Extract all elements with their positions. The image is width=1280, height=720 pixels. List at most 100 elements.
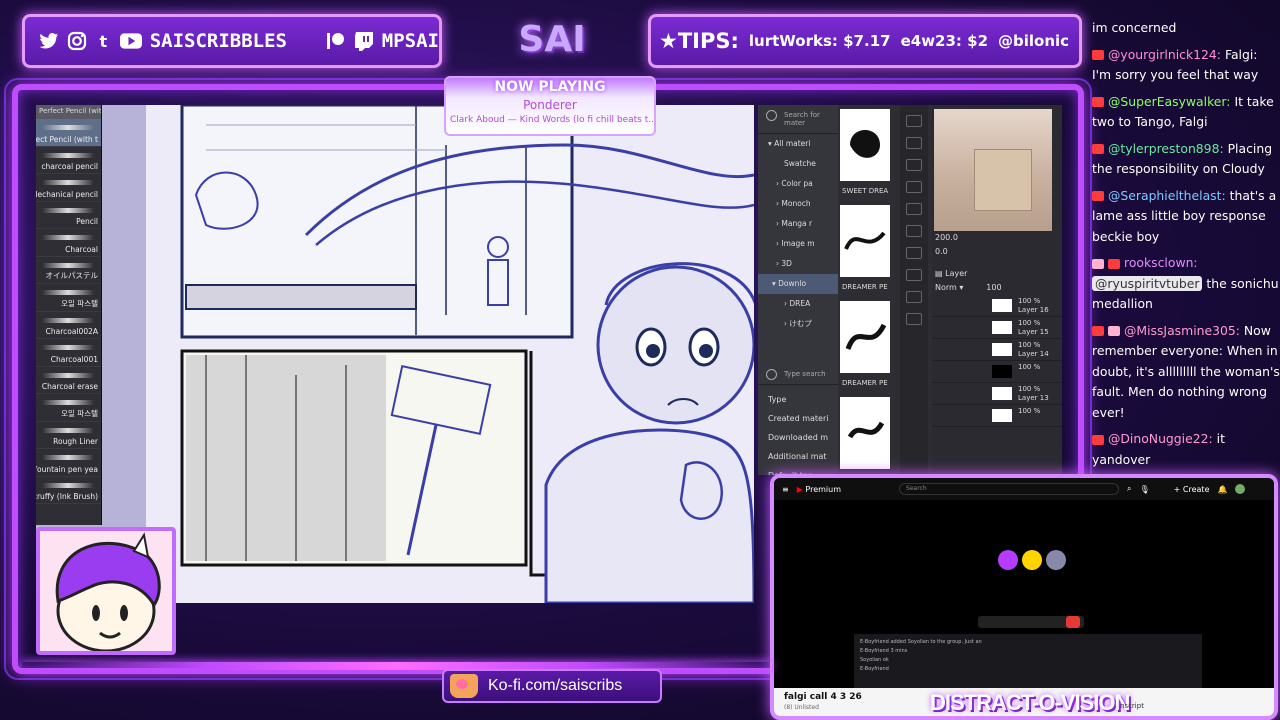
tree-item[interactable]: › Monoch	[758, 194, 838, 214]
tree-item[interactable]: ▾ All materi	[758, 134, 838, 154]
youtube-badge-icon	[1092, 50, 1104, 60]
avatar-illustration	[40, 531, 172, 651]
tool-icon[interactable]	[906, 181, 922, 193]
brush-panel-header: Perfect Pencil (with t	[36, 105, 101, 119]
brush-item[interactable]: Mechanical pencil	[36, 174, 101, 202]
materials-search-2[interactable]: Type search	[758, 364, 838, 385]
brush-item[interactable]: オイルパステル	[36, 257, 101, 284]
layer-row[interactable]: 100 %	[932, 361, 1062, 383]
chat-panel: im concerned @yourgirlnick124: Falgi: I'…	[1092, 18, 1280, 474]
patreon-icon	[326, 30, 346, 52]
tool-icon[interactable]	[906, 269, 922, 281]
brush-item[interactable]: fountain pen yea	[36, 449, 101, 477]
tip-item: e4w23: $2	[900, 32, 989, 50]
zoom-level[interactable]: 200.0	[932, 231, 1062, 245]
video-title: falgi call 4 3 26	[784, 692, 862, 702]
youtube-window: ≡ ▶ Premium Search ⌕ 🎙 + Create 🔔 E-Boyf…	[770, 474, 1278, 720]
material-thumb[interactable]: DREAMER PE	[840, 205, 890, 291]
tool-icon[interactable]	[906, 313, 922, 325]
layer-row[interactable]: 100 % Layer 16	[932, 295, 1062, 317]
blend-mode[interactable]: Norm ▾ 100	[932, 281, 1062, 295]
layer-row[interactable]: 100 % Layer 14	[932, 339, 1062, 361]
chat-mention: @ryuspiritvtuber	[1092, 275, 1203, 291]
youtube-badge-icon	[1092, 144, 1104, 154]
layer-row[interactable]: 100 %	[932, 405, 1062, 427]
material-thumb[interactable]: DREAMER PE	[840, 301, 890, 387]
end-call-button[interactable]	[1066, 616, 1080, 628]
material-thumb[interactable]: SWEET DREA	[840, 109, 890, 195]
create-button[interactable]: + Create	[1174, 485, 1210, 494]
account-avatar[interactable]	[1235, 484, 1246, 494]
rotation-level[interactable]: 0.0	[932, 245, 1062, 259]
socials-panel: t SAISCRIBBLES MPSAI	[22, 14, 442, 68]
brush-item[interactable]: ect Pencil (with t	[36, 119, 101, 147]
chat-username: @DinoNuggie22:	[1108, 431, 1213, 446]
tool-icon[interactable]	[906, 247, 922, 259]
youtube-icon	[119, 30, 142, 52]
twitch-handle: MPSAI	[381, 30, 439, 52]
chat-message: rooksclown: @ryuspiritvtuber the sonichu…	[1092, 255, 1279, 311]
brush-item[interactable]: Rough Liner	[36, 422, 101, 449]
tool-icon[interactable]	[906, 159, 922, 171]
layer-row[interactable]: 100 % Layer 15	[932, 317, 1062, 339]
tree-item[interactable]: › Manga r	[758, 214, 838, 234]
tree-item[interactable]: Swatche	[758, 154, 838, 174]
brush-item[interactable]: Charcoal erase	[36, 367, 101, 394]
brush-item[interactable]: Scruffy (Ink Brush)	[36, 477, 101, 504]
tree-item[interactable]: › けむプ	[758, 314, 838, 334]
youtube-logo[interactable]: ▶ Premium	[797, 485, 841, 494]
tree-item[interactable]: ▾ Downlo	[758, 274, 838, 294]
tree-item[interactable]: › Color pa	[758, 174, 838, 194]
navigator-preview[interactable]	[934, 109, 1052, 231]
tree-item[interactable]: › 3D	[758, 254, 838, 274]
youtube-badge-icon	[1092, 434, 1104, 445]
tool-icon[interactable]	[906, 137, 922, 149]
filter-item[interactable]: Created materi	[758, 409, 838, 428]
tool-icon[interactable]	[906, 115, 922, 127]
video-visibility: (8) Unlisted	[784, 704, 819, 711]
brush-item[interactable]: Charcoal	[36, 229, 101, 257]
top-bar: t SAISCRIBBLES MPSAI SAI ★TIPS: lurtWork…	[22, 12, 1082, 70]
filter-item[interactable]: Type	[758, 390, 838, 409]
layer-row[interactable]: 100 % Layer 13	[932, 383, 1062, 405]
tool-icon[interactable]	[906, 291, 922, 303]
bottom-glow	[22, 662, 772, 670]
kofi-banner: Ko-fi.com/saiscribs	[442, 669, 662, 703]
tree-item[interactable]: › DREA	[758, 294, 838, 314]
brush-panel: Perfect Pencil (with t ect Pencil (with …	[36, 105, 102, 525]
youtube-header: ≡ ▶ Premium Search ⌕ 🎙 + Create 🔔	[774, 478, 1274, 500]
tip-item: @bilonic	[998, 32, 1070, 50]
drawing-canvas[interactable]	[146, 105, 754, 603]
brush-item[interactable]: charcoal pencil	[36, 147, 101, 174]
materials-search[interactable]: Search for mater	[758, 105, 838, 134]
filter-item[interactable]: Downloaded m	[758, 428, 838, 447]
chat-username: @tylerpreston898:	[1108, 140, 1224, 156]
video-player[interactable]	[854, 502, 1202, 634]
filter-item[interactable]: Additional mat	[758, 447, 838, 466]
bell-icon[interactable]: 🔔	[1218, 485, 1228, 494]
kofi-cup-icon	[450, 674, 478, 698]
menu-icon[interactable]: ≡	[782, 485, 789, 494]
brush-item[interactable]: Charcoal002A	[36, 312, 101, 339]
brush-item[interactable]: Pencil	[36, 202, 101, 229]
now-playing-widget: NOW PLAYING Ponderer Clark Aboud — Kind …	[444, 76, 656, 136]
twitter-icon	[39, 30, 59, 52]
chat-message: @SuperEasywalker: It take two to Tango, …	[1092, 93, 1274, 129]
brush-item[interactable]: Charcoal001	[36, 339, 101, 367]
chat-username: @yourgirlnick124:	[1108, 46, 1221, 62]
tips-label: ★TIPS:	[659, 29, 739, 53]
tree-item[interactable]: › Image m	[758, 234, 838, 254]
brush-item[interactable]: 오일 파스텔	[36, 284, 101, 312]
brush-item[interactable]: 오일 파스텔	[36, 394, 101, 422]
mic-icon[interactable]: 🎙	[1140, 485, 1150, 494]
now-playing-artist: Clark Aboud — Kind Words (lo fi chill be…	[450, 115, 654, 125]
participant-avatar	[1022, 550, 1042, 570]
tool-icon[interactable]	[906, 225, 922, 237]
participant-avatar	[998, 550, 1018, 570]
search-icon[interactable]: ⌕	[1127, 484, 1131, 494]
chat-username: rooksclown:	[1124, 255, 1198, 270]
chat-username: @MissJasmine305:	[1124, 322, 1240, 338]
material-thumb[interactable]	[840, 397, 890, 469]
tool-icon[interactable]	[906, 203, 922, 215]
youtube-search[interactable]: Search	[899, 483, 1120, 495]
